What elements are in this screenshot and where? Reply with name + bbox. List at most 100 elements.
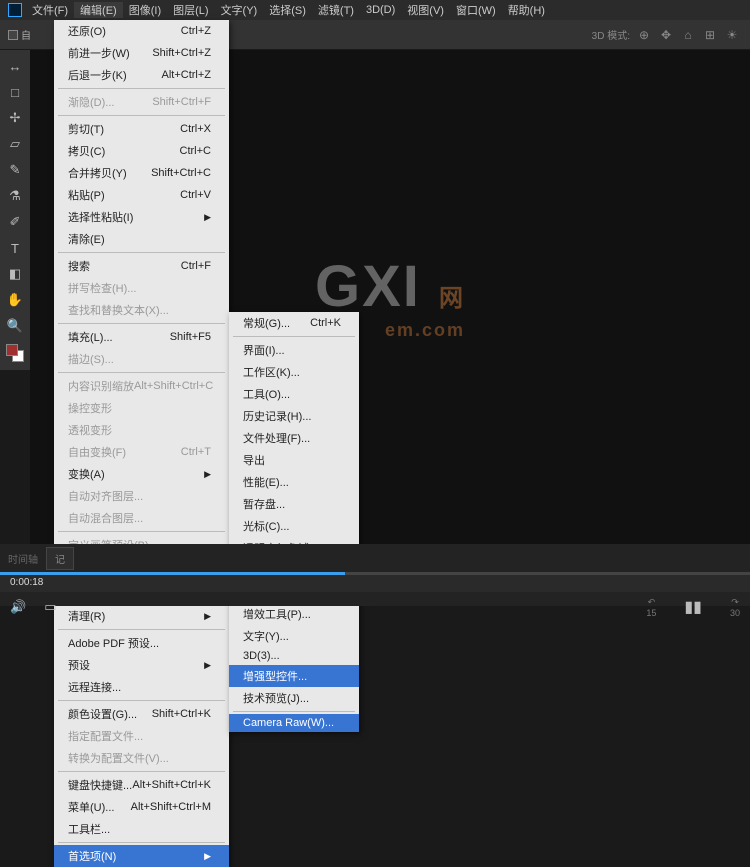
edit-menu-separator: [58, 700, 225, 701]
prefs-menu-item[interactable]: 暂存盘...: [229, 493, 359, 515]
edit-menu-item-label: 后退一步(K): [68, 67, 127, 83]
edit-menu-item: 自由变换(F)Ctrl+T: [54, 441, 229, 463]
edit-menu-item-label: 转换为配置文件(V)...: [68, 750, 169, 766]
skip-back-value: 15: [646, 608, 656, 618]
crop-tool[interactable]: ▱: [3, 132, 27, 156]
prefs-menu-item[interactable]: 性能(E)...: [229, 471, 359, 493]
edit-menu-separator: [58, 323, 225, 324]
edit-menu-item[interactable]: 工具栏...: [54, 818, 229, 840]
prefs-menu-item[interactable]: 导出: [229, 449, 359, 471]
menu-edit[interactable]: 编辑(E): [74, 2, 123, 18]
zoom-icon[interactable]: ⌂: [680, 27, 696, 43]
edit-menu-item[interactable]: Adobe PDF 预设...: [54, 632, 229, 654]
video-progress[interactable]: 0:00:18: [0, 572, 750, 592]
edit-menu-item-label: 指定配置文件...: [68, 728, 143, 744]
edit-menu-item[interactable]: 粘贴(P)Ctrl+V: [54, 184, 229, 206]
prefs-menu-item-label: 文字(Y)...: [243, 628, 289, 644]
menu-window[interactable]: 窗口(W): [450, 2, 502, 18]
type-tool[interactable]: T: [3, 236, 27, 260]
pencil-tool[interactable]: ✐: [3, 210, 27, 234]
grid-icon[interactable]: ⊞: [702, 27, 718, 43]
prefs-menu-item[interactable]: 文字(Y)...: [229, 625, 359, 647]
shape-tool[interactable]: ◧: [3, 262, 27, 286]
skip-fwd-button[interactable]: ↷ 30: [730, 597, 740, 618]
subtitle-icon[interactable]: ▭: [44, 599, 56, 615]
brush-tool[interactable]: ✎: [3, 158, 27, 182]
menu-select[interactable]: 选择(S): [263, 2, 312, 18]
pan-icon[interactable]: ✥: [658, 27, 674, 43]
menu-filter[interactable]: 滤镜(T): [312, 2, 360, 18]
edit-menu-item: 指定配置文件...: [54, 725, 229, 747]
lasso-tool[interactable]: ✢: [3, 106, 27, 130]
prefs-menu-item[interactable]: 工作区(K)...: [229, 361, 359, 383]
prefs-menu-item[interactable]: Camera Raw(W)...: [229, 714, 359, 732]
skip-back-button[interactable]: ↶ 15: [646, 597, 656, 618]
prefs-menu-item[interactable]: 常规(G)...Ctrl+K: [229, 312, 359, 334]
edit-menu-separator: [58, 771, 225, 772]
menu-help[interactable]: 帮助(H): [502, 2, 551, 18]
menu-3d[interactable]: 3D(D): [360, 4, 401, 16]
menubar: 文件(F) 编辑(E) 图像(I) 图层(L) 文字(Y) 选择(S) 滤镜(T…: [0, 0, 750, 20]
edit-menu-item[interactable]: 合并拷贝(Y)Shift+Ctrl+C: [54, 162, 229, 184]
edit-menu-item[interactable]: 预设▶: [54, 654, 229, 676]
edit-menu-item[interactable]: 首选项(N)▶: [54, 845, 229, 867]
prefs-menu-item[interactable]: 历史记录(H)...: [229, 405, 359, 427]
prefs-menu-item-label: 文件处理(F)...: [243, 430, 310, 446]
edit-menu-item[interactable]: 剪切(T)Ctrl+X: [54, 118, 229, 140]
edit-menu-item: 透视变形: [54, 419, 229, 441]
edit-menu-item-label: 自由变换(F): [68, 444, 126, 460]
edit-menu-item[interactable]: 后退一步(K)Alt+Ctrl+Z: [54, 64, 229, 86]
edit-menu-item[interactable]: 搜索Ctrl+F: [54, 255, 229, 277]
edit-menu-item: 查找和替换文本(X)...: [54, 299, 229, 321]
edit-menu-item[interactable]: 远程连接...: [54, 676, 229, 698]
menu-file[interactable]: 文件(F): [26, 2, 74, 18]
edit-menu-item-label: 选择性粘贴(I): [68, 209, 133, 225]
bottom-panel: 时间轴 记 0:00:18 🔊 ▭ ↶ 15 ▮▮ ↷ 30: [0, 544, 750, 606]
edit-menu-item[interactable]: 清除(E): [54, 228, 229, 250]
prefs-menu-item[interactable]: 3D(3)...: [229, 647, 359, 665]
volume-icon[interactable]: 🔊: [10, 599, 26, 615]
edit-menu-item[interactable]: 还原(O)Ctrl+Z: [54, 20, 229, 42]
edit-menu-item-label: 操控变形: [68, 400, 112, 416]
menu-image[interactable]: 图像(I): [123, 2, 167, 18]
auto-select-checkbox[interactable]: 自: [8, 27, 31, 42]
marquee-tool[interactable]: □: [3, 80, 27, 104]
app-logo-icon: [8, 3, 22, 17]
hand-tool[interactable]: ✋: [3, 288, 27, 312]
move-tool[interactable]: ↔: [3, 54, 27, 78]
prefs-menu-item[interactable]: 界面(I)...: [229, 339, 359, 361]
edit-menu-item[interactable]: 变换(A)▶: [54, 463, 229, 485]
orbit-icon[interactable]: ⊕: [636, 27, 652, 43]
edit-menu-item: 转换为配置文件(V)...: [54, 747, 229, 769]
menu-type[interactable]: 文字(Y): [215, 2, 264, 18]
menu-layer[interactable]: 图层(L): [167, 2, 214, 18]
edit-menu-item[interactable]: 键盘快捷键...Alt+Shift+Ctrl+K: [54, 774, 229, 796]
menu-view[interactable]: 视图(V): [401, 2, 450, 18]
edit-menu-item[interactable]: 选择性粘贴(I)▶: [54, 206, 229, 228]
edit-menu-item[interactable]: 拷贝(C)Ctrl+C: [54, 140, 229, 162]
eyedropper-tool[interactable]: ⚗: [3, 184, 27, 208]
edit-menu-item-label: 搜索: [68, 258, 90, 274]
edit-menu-separator: [58, 115, 225, 116]
edit-menu-item-label: 清除(E): [68, 231, 105, 247]
edit-menu-item[interactable]: 填充(L)...Shift+F5: [54, 326, 229, 348]
timeline-label: 时间轴: [8, 551, 38, 566]
prefs-menu-item[interactable]: 光标(C)...: [229, 515, 359, 537]
mode-3d-label: 3D 模式:: [592, 27, 630, 43]
prefs-menu-item-label: 界面(I)...: [243, 342, 285, 358]
prefs-menu-item[interactable]: 文件处理(F)...: [229, 427, 359, 449]
color-swatch[interactable]: [6, 344, 24, 362]
edit-menu-separator: [58, 629, 225, 630]
prefs-menu-item[interactable]: 工具(O)...: [229, 383, 359, 405]
light-icon[interactable]: ☀: [724, 27, 740, 43]
edit-menu-item[interactable]: 前进一步(W)Shift+Ctrl+Z: [54, 42, 229, 64]
checkbox-icon: [8, 30, 18, 40]
prefs-menu-item[interactable]: 技术预览(J)...: [229, 687, 359, 709]
pause-icon[interactable]: ▮▮: [684, 597, 702, 617]
edit-menu-item-shortcut: Ctrl+V: [180, 189, 211, 201]
edit-menu-item[interactable]: 颜色设置(G)...Shift+Ctrl+K: [54, 703, 229, 725]
prefs-menu-separator: [233, 711, 355, 712]
timeline-tab[interactable]: 记: [46, 547, 74, 570]
edit-menu-item[interactable]: 菜单(U)...Alt+Shift+Ctrl+M: [54, 796, 229, 818]
zoom-tool[interactable]: 🔍: [3, 314, 27, 338]
